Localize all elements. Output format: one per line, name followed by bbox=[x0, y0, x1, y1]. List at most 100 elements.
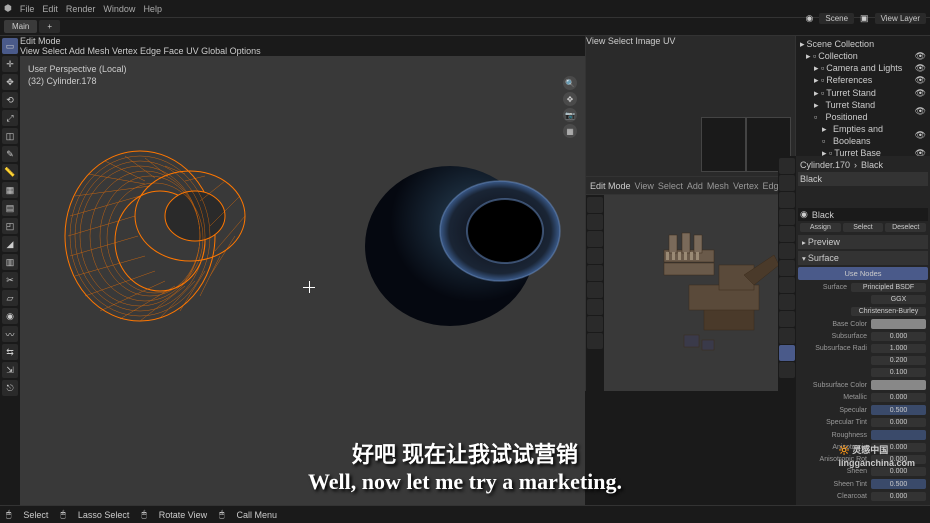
menu-render[interactable]: Render bbox=[66, 4, 96, 14]
props-tab-particle-icon[interactable] bbox=[779, 277, 795, 293]
assign-button[interactable]: Assign bbox=[800, 223, 841, 232]
outliner-item[interactable]: ▸ ▫Empties and Booleans👁 bbox=[798, 123, 928, 147]
nav-zoom-icon[interactable]: 🔍 bbox=[563, 76, 577, 90]
pv-menu-view[interactable]: View bbox=[635, 181, 654, 191]
tool-move-icon[interactable]: ✥ bbox=[2, 74, 18, 90]
props-tab-material-icon[interactable] bbox=[779, 345, 795, 361]
props-tab-modifier-icon[interactable] bbox=[779, 260, 795, 276]
outliner-item[interactable]: ▸ ▫Turret Stand Positioned👁 bbox=[798, 99, 928, 123]
pv-tool-scale-icon[interactable] bbox=[587, 265, 603, 281]
props-tab-view-icon[interactable] bbox=[779, 192, 795, 208]
color-swatch[interactable] bbox=[871, 319, 926, 329]
sss-method-dropdown[interactable]: Christensen-Burley bbox=[851, 307, 926, 316]
value-field[interactable]: 1.000 bbox=[871, 344, 926, 353]
menu-window[interactable]: Window bbox=[103, 4, 135, 14]
outliner-item[interactable]: ▸ ▫Turret Stand👁 bbox=[798, 87, 928, 99]
pv-menu-add[interactable]: Add bbox=[687, 181, 703, 191]
pv-menu-select[interactable]: Select bbox=[658, 181, 683, 191]
value-field[interactable]: 0.000 bbox=[871, 418, 926, 427]
preview-section[interactable]: ▸ Preview bbox=[798, 235, 928, 249]
value-field[interactable]: 0.000 bbox=[871, 332, 926, 341]
uv-menu-view[interactable]: View bbox=[586, 36, 605, 46]
tool-addcube-icon[interactable]: ▦ bbox=[2, 182, 18, 198]
vp-menu-view[interactable]: View bbox=[20, 46, 39, 56]
menu-edit[interactable]: Edit bbox=[42, 4, 58, 14]
tool-rip-icon[interactable]: ⎋ bbox=[2, 380, 18, 396]
props-tab-world-icon[interactable] bbox=[779, 226, 795, 242]
pv-tool-cursor-icon[interactable] bbox=[587, 214, 603, 230]
value-slider[interactable]: 0.500 bbox=[871, 405, 926, 415]
workspace-tab-add[interactable]: + bbox=[39, 20, 60, 33]
main-viewport[interactable]: User Perspective (Local) (32) Cylinder.1… bbox=[20, 56, 585, 505]
pv-tool-annotate-icon[interactable] bbox=[587, 299, 603, 315]
select-button[interactable]: Select bbox=[843, 223, 884, 232]
nav-camera-icon[interactable]: 📷 bbox=[563, 108, 577, 122]
mat-slot[interactable]: Black bbox=[800, 174, 822, 184]
preview-mode-selector[interactable]: Edit Mode bbox=[590, 181, 631, 191]
deselect-button[interactable]: Deselect bbox=[885, 223, 926, 232]
value-field[interactable]: 0.000 bbox=[871, 467, 926, 476]
nav-pan-icon[interactable]: ✥ bbox=[563, 92, 577, 106]
props-tab-constraint-icon[interactable] bbox=[779, 311, 795, 327]
pv-menu-vertex[interactable]: Vertex bbox=[733, 181, 759, 191]
mat-name-field[interactable]: Black bbox=[861, 160, 883, 170]
uv-menu-uv[interactable]: UV bbox=[663, 36, 676, 46]
outliner-item[interactable]: ▸ ▫Camera and Lights👁 bbox=[798, 62, 928, 74]
viewlayer-field[interactable]: View Layer bbox=[875, 13, 926, 24]
color-swatch[interactable] bbox=[871, 380, 926, 390]
outliner-item[interactable]: ▸ ▫Turret Base👁 bbox=[798, 147, 928, 156]
outliner[interactable]: ▸Scene Collection ▸ ▫Collection👁▸ ▫Camer… bbox=[796, 36, 930, 156]
tool-inset-icon[interactable]: ◰ bbox=[2, 218, 18, 234]
pv-tool-select-icon[interactable] bbox=[587, 197, 603, 213]
tool-shrink-icon[interactable]: ⇲ bbox=[2, 362, 18, 378]
value-field[interactable]: 0.000 bbox=[871, 492, 926, 501]
vp-menu-uv[interactable]: UV bbox=[186, 46, 199, 56]
tool-select-icon[interactable]: ▭ bbox=[2, 38, 18, 54]
props-tab-scene-icon[interactable] bbox=[779, 209, 795, 225]
distribution-dropdown[interactable]: GGX bbox=[871, 295, 926, 304]
vp-menu-add[interactable]: Add bbox=[69, 46, 85, 56]
pv-tool-move-icon[interactable] bbox=[587, 231, 603, 247]
menu-file[interactable]: File bbox=[20, 4, 35, 14]
value-slider[interactable]: 0.500 bbox=[871, 479, 926, 489]
uv-view-area[interactable]: View Select Image UV bbox=[586, 36, 795, 176]
value-field[interactable]: 0.000 bbox=[871, 393, 926, 402]
vp-menu-edge[interactable]: Edge bbox=[140, 46, 161, 56]
vp-menu-vertex[interactable]: Vertex bbox=[112, 46, 138, 56]
tool-spin-icon[interactable]: ◉ bbox=[2, 308, 18, 324]
uv-menu-image[interactable]: Image bbox=[635, 36, 660, 46]
tool-scale-icon[interactable]: ⤢ bbox=[2, 110, 18, 126]
tool-measure-icon[interactable]: 📏 bbox=[2, 164, 18, 180]
tool-annotate-icon[interactable]: ✎ bbox=[2, 146, 18, 162]
tool-knife-icon[interactable]: ✂ bbox=[2, 272, 18, 288]
props-tab-output-icon[interactable] bbox=[779, 175, 795, 191]
tool-rotate-icon[interactable]: ⟲ bbox=[2, 92, 18, 108]
props-tab-render-icon[interactable] bbox=[779, 158, 795, 174]
outliner-root[interactable]: ▸Scene Collection bbox=[798, 38, 928, 50]
value-field[interactable]: 0.100 bbox=[871, 368, 926, 377]
props-tab-texture-icon[interactable] bbox=[779, 362, 795, 378]
obj-name-field[interactable]: Cylinder.170 bbox=[800, 160, 850, 170]
use-nodes-button[interactable]: Use Nodes bbox=[798, 267, 928, 280]
tool-transform-icon[interactable]: ◫ bbox=[2, 128, 18, 144]
props-tab-object-icon[interactable] bbox=[779, 243, 795, 259]
workspace-tab-main[interactable]: Main bbox=[4, 20, 37, 33]
tool-loopcut-icon[interactable]: ▥ bbox=[2, 254, 18, 270]
pv-tool-measure-icon[interactable] bbox=[587, 316, 603, 332]
vp-menu-select[interactable]: Select bbox=[42, 46, 67, 56]
tool-smooth-icon[interactable]: 〰 bbox=[2, 326, 18, 342]
props-tab-mesh-icon[interactable] bbox=[779, 328, 795, 344]
props-tab-physics-icon[interactable] bbox=[779, 294, 795, 310]
mode-selector[interactable]: Edit Mode bbox=[20, 36, 585, 46]
orient-selector[interactable]: Global bbox=[201, 46, 227, 56]
pv-tool-transform-icon[interactable] bbox=[587, 282, 603, 298]
tool-slide-icon[interactable]: ⇆ bbox=[2, 344, 18, 360]
scene-field[interactable]: Scene bbox=[819, 13, 854, 24]
pv-menu-mesh[interactable]: Mesh bbox=[707, 181, 729, 191]
surface-section[interactable]: ▾ Surface bbox=[798, 251, 928, 265]
surface-shader[interactable]: Principled BSDF bbox=[851, 283, 926, 292]
outliner-item[interactable]: ▸ ▫Collection👁 bbox=[798, 50, 928, 62]
tool-poly-icon[interactable]: ▱ bbox=[2, 290, 18, 306]
vp-menu-mesh[interactable]: Mesh bbox=[87, 46, 109, 56]
tool-bevel-icon[interactable]: ◢ bbox=[2, 236, 18, 252]
